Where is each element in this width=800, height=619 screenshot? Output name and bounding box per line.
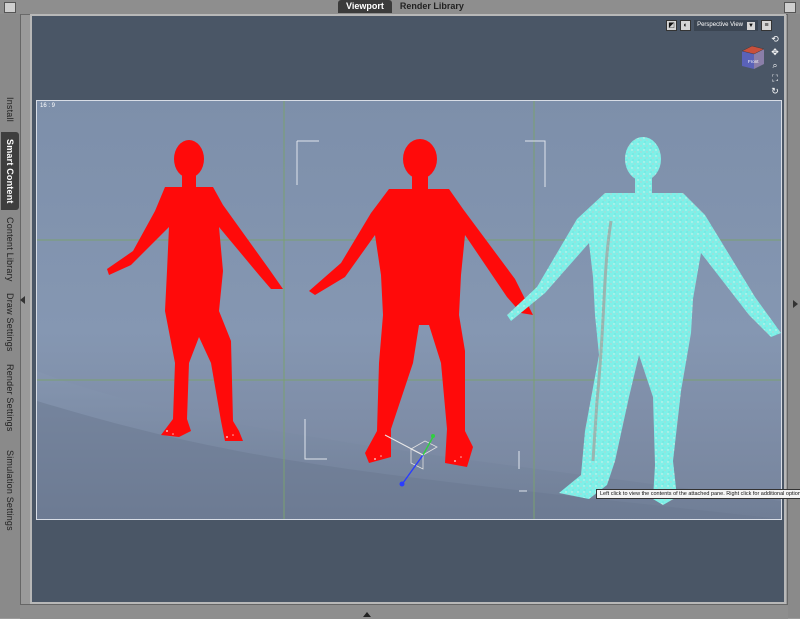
red-figure-left[interactable] [107, 140, 283, 441]
sidebar-tab-simulation-settings[interactable]: Simulation Settings [1, 444, 19, 536]
reset-icon[interactable]: ↻ [770, 86, 780, 96]
viewport-toolbar: ◩ ◐ Perspective View ▼ ≡ [666, 20, 772, 31]
sidebar-tab-content-library[interactable]: Content Library [1, 214, 19, 284]
viewport-tabs: Viewport Render Library [338, 0, 472, 13]
navigation-tools: ⟲ ✥ ⌕ ⛶ ↻ [770, 34, 780, 96]
render-frame[interactable]: 16 : 9 [36, 100, 782, 520]
shading-icon[interactable]: ◐ [680, 20, 692, 31]
pane-options-icon[interactable] [784, 2, 796, 13]
view-mode-label: Perspective View [697, 22, 743, 28]
camera-icon[interactable]: ◩ [666, 20, 678, 31]
view-cube-label: Front [748, 59, 759, 64]
sidebar-tab-label: Smart Content [5, 138, 15, 204]
sidebar-tab-label: Simulation Settings [5, 449, 15, 531]
collapse-left-pane-icon[interactable] [20, 296, 25, 304]
cyan-figure-right[interactable] [507, 137, 781, 505]
pan-icon[interactable]: ✥ [770, 47, 780, 57]
sidebar-tab-label: Content Library [5, 216, 15, 282]
left-pane-tabs: Install Smart Content Content Library Dr… [0, 14, 21, 618]
scene [37, 101, 781, 519]
zoom-icon[interactable]: ⌕ [770, 60, 780, 70]
chevron-down-icon: ▼ [747, 21, 755, 30]
sidebar-tab-label: Render Settings [5, 364, 15, 432]
sidebar-tab-smart-content[interactable]: Smart Content [1, 132, 19, 210]
tab-render-library[interactable]: Render Library [392, 0, 472, 13]
frame-icon[interactable]: ⛶ [770, 73, 780, 83]
bottom-pane-strip [20, 604, 788, 619]
orbit-icon[interactable]: ⟲ [770, 34, 780, 44]
tab-viewport[interactable]: Viewport [338, 0, 392, 13]
sidebar-tab-label: Draw Settings [5, 292, 15, 352]
red-figure-center[interactable] [309, 139, 533, 467]
right-pane-strip [787, 14, 800, 618]
menu-icon[interactable]: ≡ [761, 20, 772, 31]
sidebar-tab-label: Install [5, 96, 15, 122]
collapse-bottom-pane-icon[interactable] [363, 612, 371, 617]
tooltip: Left click to view the contents of the a… [596, 489, 800, 499]
viewport[interactable]: ◩ ◐ Perspective View ▼ ≡ Front ⟲ ✥ ⌕ ⛶ ↻… [30, 14, 800, 604]
sidebar-tab-draw-settings[interactable]: Draw Settings [1, 289, 19, 355]
pane-menu-icon[interactable] [4, 2, 16, 13]
collapse-right-pane-icon[interactable] [793, 300, 798, 308]
top-tab-bar: Viewport Render Library [0, 0, 800, 15]
view-cube[interactable]: Front [738, 42, 768, 72]
sidebar-tab-render-settings[interactable]: Render Settings [1, 361, 19, 435]
view-mode-dropdown[interactable]: Perspective View ▼ [694, 20, 758, 31]
sidebar-tab-install[interactable]: Install [1, 92, 19, 126]
